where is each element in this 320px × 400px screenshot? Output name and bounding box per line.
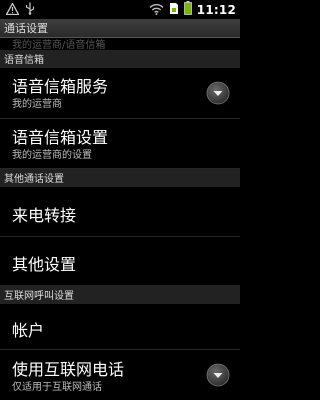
page-title: 通话设置 (4, 22, 48, 35)
voicemail-service-title: 语音信箱服务 (12, 77, 109, 96)
sim-icon (169, 0, 179, 19)
call-forwarding-item[interactable]: 来电转接 (0, 187, 240, 237)
use-internet-calling-item[interactable]: 使用互联网电话 仅适用于互联网通话 (0, 350, 240, 400)
status-bar: 11:12 (0, 0, 240, 19)
voicemail-service-subtitle: 我的运营商 (12, 99, 62, 110)
battery-icon (183, 0, 192, 19)
use-internet-calling-subtitle: 仅适用于互联网通话 (12, 382, 102, 393)
accounts-item[interactable]: 帐户 (0, 304, 240, 350)
section-header-label: 其他通话设置 (4, 174, 64, 185)
voicemail-service-item[interactable]: 语音信箱服务 我的运营商 (0, 68, 240, 119)
section-header-internet: 互联网呼叫设置 (0, 286, 240, 304)
dropdown-arrow-icon[interactable] (206, 81, 230, 105)
usb-icon (25, 0, 35, 19)
status-time: 11:12 (196, 2, 236, 17)
section-header-label: 互联网呼叫设置 (4, 291, 74, 302)
scrolled-remnant-text: 我的运营商/语音信箱 (12, 40, 106, 50)
warning-icon (5, 0, 20, 19)
title-bar: 通话设置 (0, 19, 240, 38)
voicemail-settings-subtitle: 我的运营商的设置 (12, 150, 92, 161)
section-header-label: 语音信箱 (4, 55, 44, 66)
dropdown-arrow-icon[interactable] (206, 363, 230, 387)
section-header-voicemail: 语音信箱 (0, 50, 240, 68)
voicemail-settings-item[interactable]: 语音信箱设置 我的运营商的设置 (0, 119, 240, 169)
additional-settings-item[interactable]: 其他设置 (0, 237, 240, 286)
use-internet-calling-title: 使用互联网电话 (12, 360, 125, 379)
voicemail-settings-title: 语音信箱设置 (12, 128, 109, 147)
scrolled-remnant: 我的运营商/语音信箱 (0, 38, 240, 50)
wifi-icon (149, 0, 164, 19)
accounts-title: 帐户 (12, 321, 45, 340)
call-forwarding-title: 来电转接 (12, 206, 77, 225)
additional-settings-title: 其他设置 (12, 255, 77, 274)
section-header-other: 其他通话设置 (0, 169, 240, 187)
